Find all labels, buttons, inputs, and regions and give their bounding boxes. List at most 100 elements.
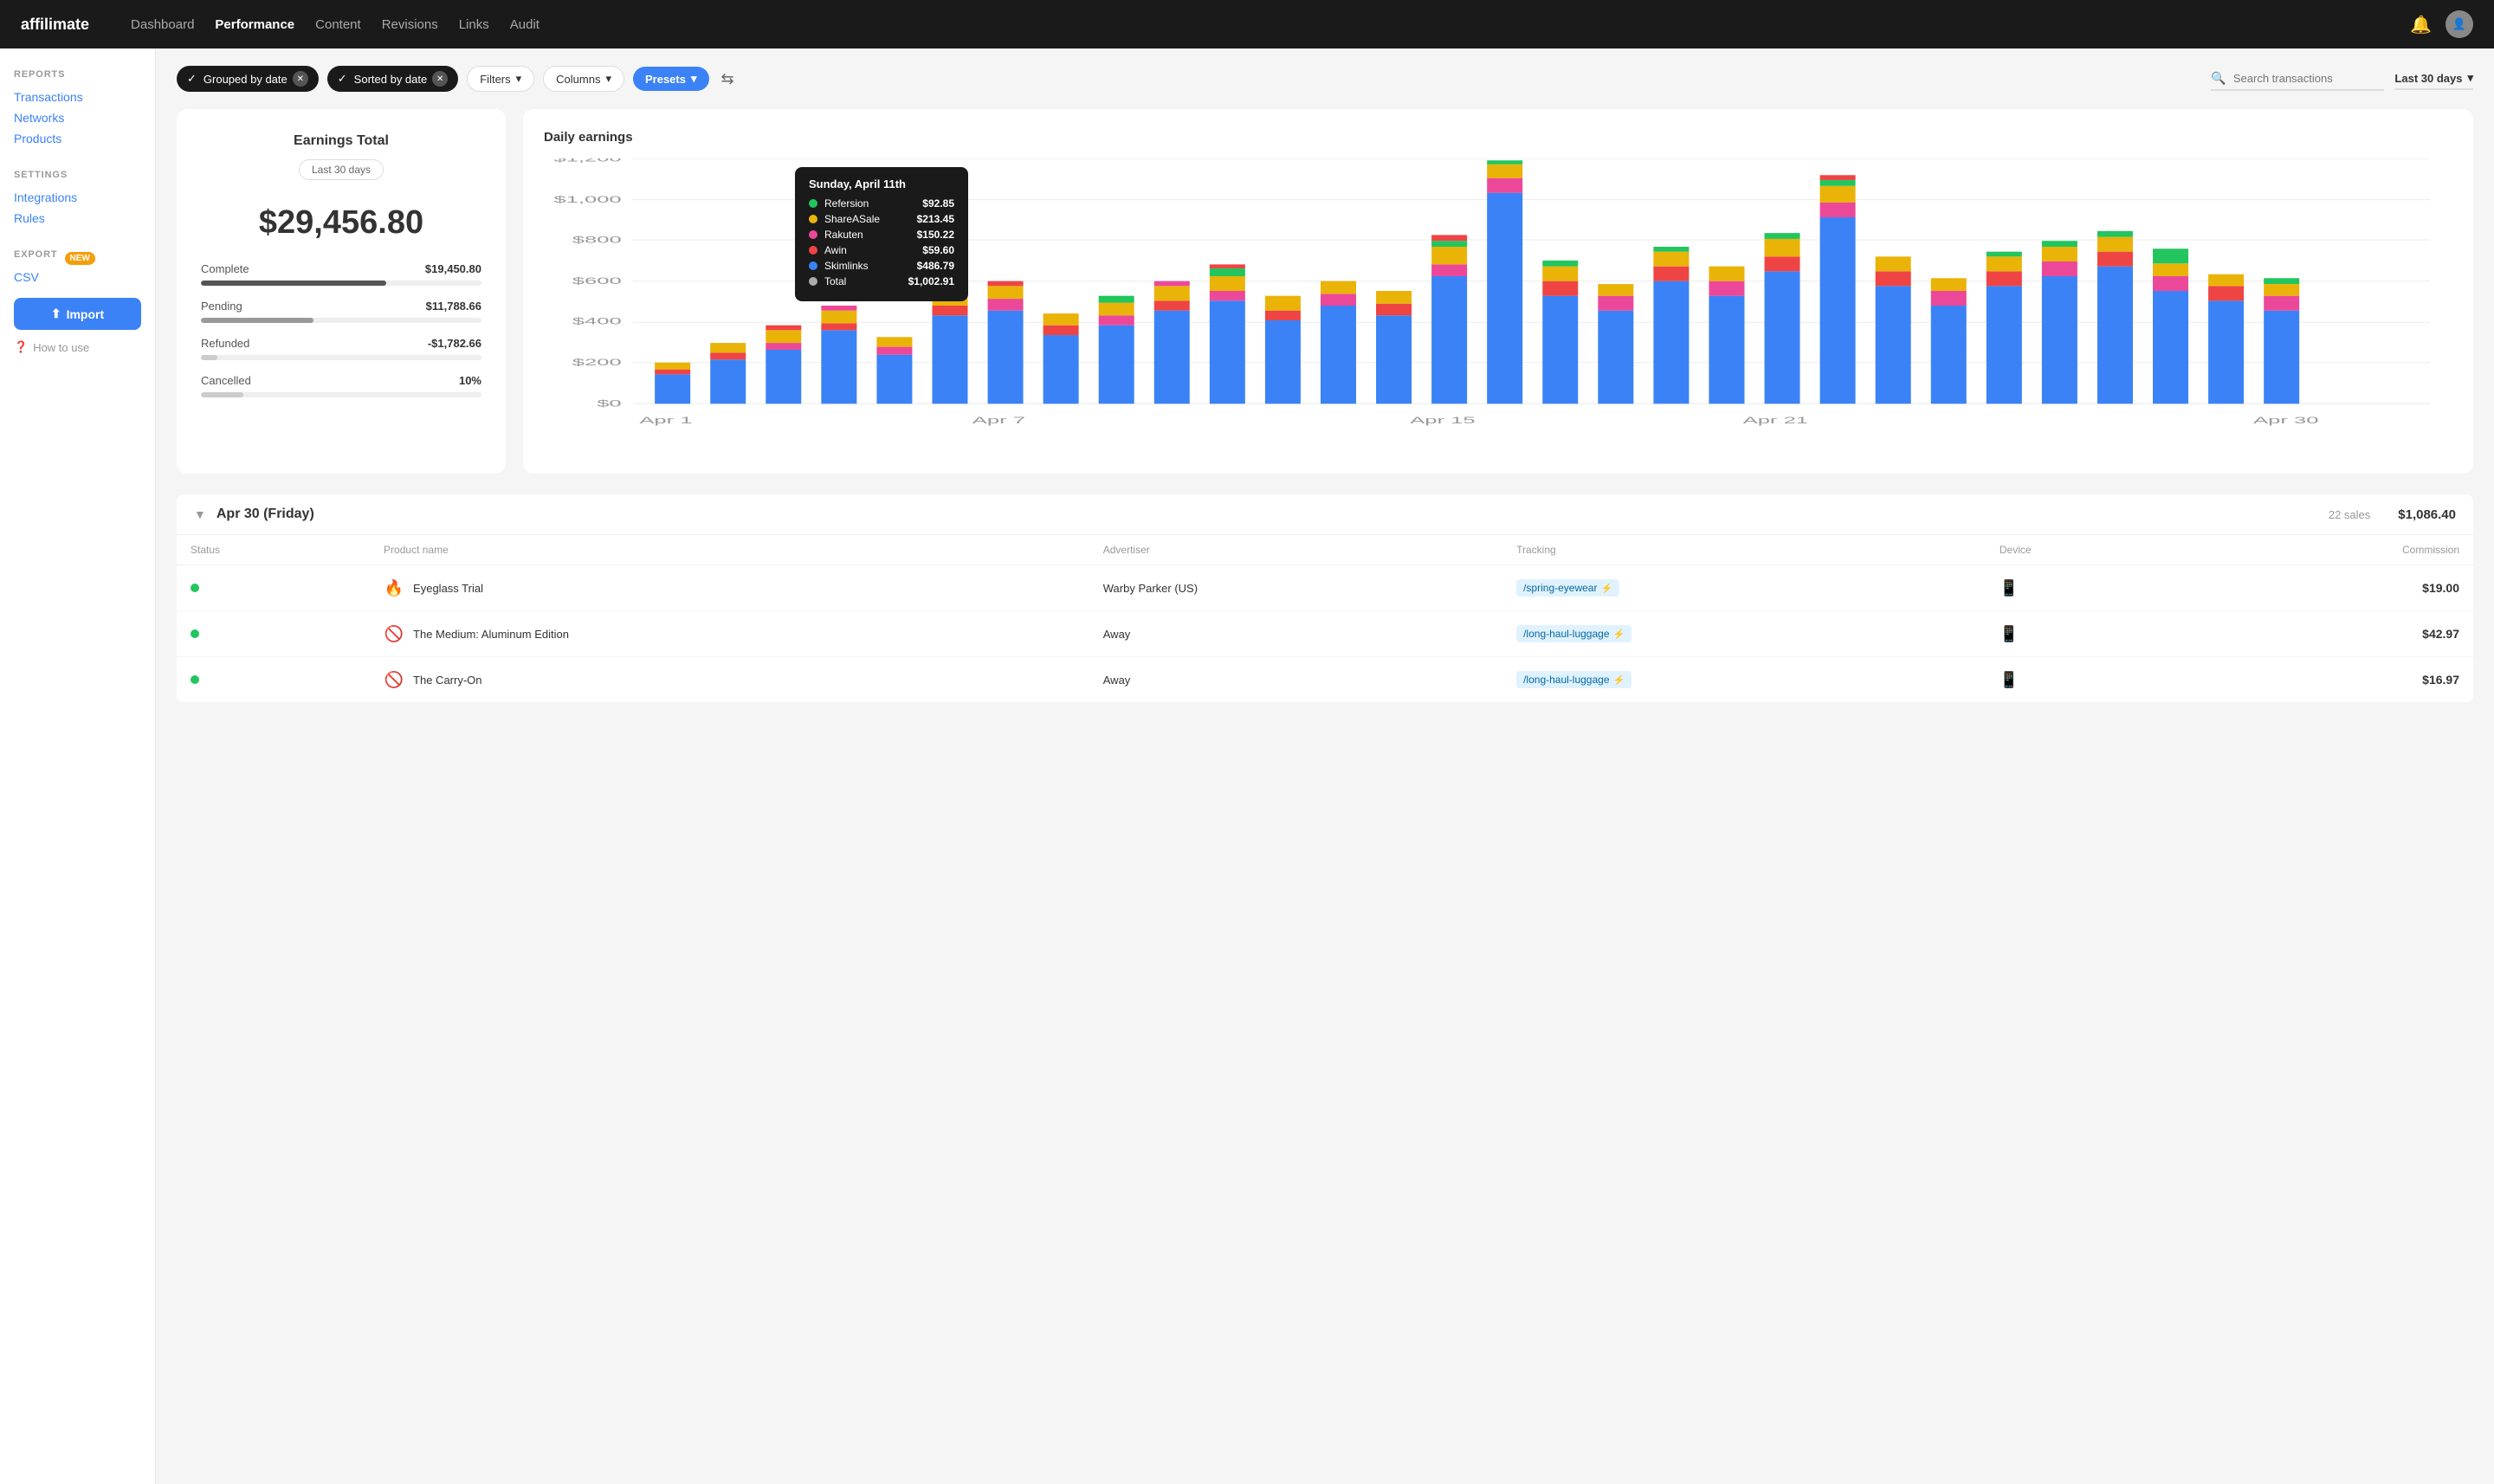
filters-button[interactable]: Filters ▾ xyxy=(467,66,534,92)
sidebar-item-networks[interactable]: Networks xyxy=(14,107,141,128)
tooltip-row-5: Total $1,002.91 xyxy=(809,275,954,287)
stat-refunded-value: -$1,782.66 xyxy=(428,337,481,350)
row2-advertiser: Away xyxy=(1089,611,1502,657)
tracking-chip-3[interactable]: /long-haul-luggage ⚡ xyxy=(1516,671,1631,688)
settings-label: SETTINGS xyxy=(14,170,141,180)
layout: REPORTS Transactions Networks Products S… xyxy=(0,48,2494,1484)
tracking-chip-2[interactable]: /long-haul-luggage ⚡ xyxy=(1516,625,1631,642)
sidebar-item-products[interactable]: Products xyxy=(14,128,141,149)
import-button[interactable]: ⬆ Import xyxy=(14,298,141,330)
tracking-path-2: /long-haul-luggage xyxy=(1523,628,1609,640)
grouped-by-date-chip[interactable]: ✓ Grouped by date ✕ xyxy=(177,66,319,92)
nav-content[interactable]: Content xyxy=(315,17,361,32)
svg-text:$0: $0 xyxy=(597,398,621,410)
row1-device: 📱 xyxy=(1986,565,2187,611)
product-icon-1: 🔥 xyxy=(384,577,404,598)
import-label: Import xyxy=(67,307,105,321)
row2-status xyxy=(177,611,370,657)
sidebar-item-rules[interactable]: Rules xyxy=(14,208,141,229)
presets-button[interactable]: Presets ▾ xyxy=(633,67,709,91)
stat-pending-label: Pending xyxy=(201,300,242,313)
tooltip-row-3: Awin $59.60 xyxy=(809,244,954,256)
toolbar: ✓ Grouped by date ✕ ✓ Sorted by date ✕ F… xyxy=(177,66,2473,92)
upload-icon: ⬆ xyxy=(51,306,61,321)
bolt-icon-1: ⚡ xyxy=(1600,583,1612,594)
date-range-selector[interactable]: Last 30 days ▾ xyxy=(2394,68,2473,90)
row2-device: 📱 xyxy=(1986,611,2187,657)
svg-text:$600: $600 xyxy=(572,275,622,287)
grouped-chip-label: Grouped by date xyxy=(204,73,288,86)
date-group-header[interactable]: ▼ Apr 30 (Friday) 22 sales $1,086.40 xyxy=(177,494,2473,535)
row3-tracking: /long-haul-luggage ⚡ xyxy=(1502,657,1986,703)
product-name-3: The Carry-On xyxy=(413,674,481,687)
remove-grouped-icon[interactable]: ✕ xyxy=(293,71,308,87)
svg-text:Apr 1: Apr 1 xyxy=(639,415,692,426)
help-icon: ❓ xyxy=(14,340,28,354)
awin-label: Awin xyxy=(824,244,915,256)
svg-text:$400: $400 xyxy=(572,316,622,327)
row2-commission: $42.97 xyxy=(2187,611,2473,657)
row1-advertiser: Warby Parker (US) xyxy=(1089,565,1502,611)
notification-icon[interactable]: 🔔 xyxy=(2410,14,2432,35)
nav-links[interactable]: Links xyxy=(459,17,489,32)
sidebar-item-integrations[interactable]: Integrations xyxy=(14,187,141,208)
search-box: 🔍 xyxy=(2211,68,2384,91)
total-label: Total xyxy=(824,275,901,287)
earnings-period: Last 30 days xyxy=(299,159,384,180)
product-icon-2: 🚫 xyxy=(384,623,404,644)
tracking-chip-1[interactable]: /spring-eyewear ⚡ xyxy=(1516,579,1619,597)
stat-complete-label: Complete xyxy=(201,262,249,275)
bolt-icon-3: ⚡ xyxy=(1613,674,1625,686)
sorted-by-date-chip[interactable]: ✓ Sorted by date ✕ xyxy=(327,66,458,92)
tooltip-row-0: Refersion $92.85 xyxy=(809,197,954,210)
sidebar-item-transactions[interactable]: Transactions xyxy=(14,87,141,107)
refersion-label: Refersion xyxy=(824,197,915,210)
skimlinks-label: Skimlinks xyxy=(824,260,910,272)
check-icon: ✓ xyxy=(187,72,197,86)
status-dot-complete-3 xyxy=(191,675,199,684)
cards-row: Earnings Total Last 30 days $29,456.80 C… xyxy=(177,109,2473,474)
adjust-icon[interactable]: ⇆ xyxy=(718,67,738,92)
reports-label: REPORTS xyxy=(14,69,141,80)
complete-progress-bar xyxy=(201,281,481,286)
nav-revisions[interactable]: Revisions xyxy=(382,17,438,32)
mobile-icon-2: 📱 xyxy=(2000,625,2019,642)
table-row: 🔥 Eyeglass Trial Warby Parker (US) /spri… xyxy=(177,565,2473,611)
awin-value: $59.60 xyxy=(922,244,954,256)
nav-performance[interactable]: Performance xyxy=(215,17,294,32)
stat-pending: Pending $11,788.66 xyxy=(201,300,481,323)
main-content: ✓ Grouped by date ✕ ✓ Sorted by date ✕ F… xyxy=(156,48,2494,1484)
row2-tracking: /long-haul-luggage ⚡ xyxy=(1502,611,1986,657)
tooltip-row-4: Skimlinks $486.79 xyxy=(809,260,954,272)
nav-links: Dashboard Performance Content Revisions … xyxy=(131,17,2382,32)
how-to-link[interactable]: ❓ How to use xyxy=(14,340,141,354)
chart-card: Daily earnings $0 $200 $40 xyxy=(523,109,2473,474)
remove-sorted-icon[interactable]: ✕ xyxy=(432,71,448,87)
avatar[interactable]: 👤 xyxy=(2446,10,2473,38)
nav-dashboard[interactable]: Dashboard xyxy=(131,17,194,32)
filters-label: Filters xyxy=(480,73,510,86)
date-group: ▼ Apr 30 (Friday) 22 sales $1,086.40 Sta… xyxy=(177,494,2473,702)
pending-progress-bar xyxy=(201,318,481,323)
row3-commission: $16.97 xyxy=(2187,657,2473,703)
columns-button[interactable]: Columns ▾ xyxy=(543,66,624,92)
refunded-progress-bar xyxy=(201,355,481,360)
nav-audit[interactable]: Audit xyxy=(510,17,540,32)
row3-device: 📱 xyxy=(1986,657,2187,703)
sidebar-item-csv[interactable]: CSV xyxy=(14,267,141,287)
stat-refunded-label: Refunded xyxy=(201,337,249,350)
svg-text:Apr 30: Apr 30 xyxy=(2253,415,2318,426)
mobile-icon-3: 📱 xyxy=(2000,671,2019,688)
mobile-icon-1: 📱 xyxy=(2000,579,2019,597)
tooltip-row-2: Rakuten $150.22 xyxy=(809,229,954,241)
row3-status xyxy=(177,657,370,703)
col-commission: Commission xyxy=(2187,535,2473,565)
export-row: EXPORT NEW xyxy=(14,249,141,267)
stat-cancelled-label: Cancelled xyxy=(201,374,251,387)
date-group-total: $1,086.40 xyxy=(2398,507,2456,522)
refersion-dot xyxy=(809,199,817,208)
shareasale-dot xyxy=(809,215,817,223)
search-input[interactable] xyxy=(2233,72,2372,85)
shareasale-label: ShareASale xyxy=(824,213,910,225)
svg-text:$800: $800 xyxy=(572,235,622,246)
